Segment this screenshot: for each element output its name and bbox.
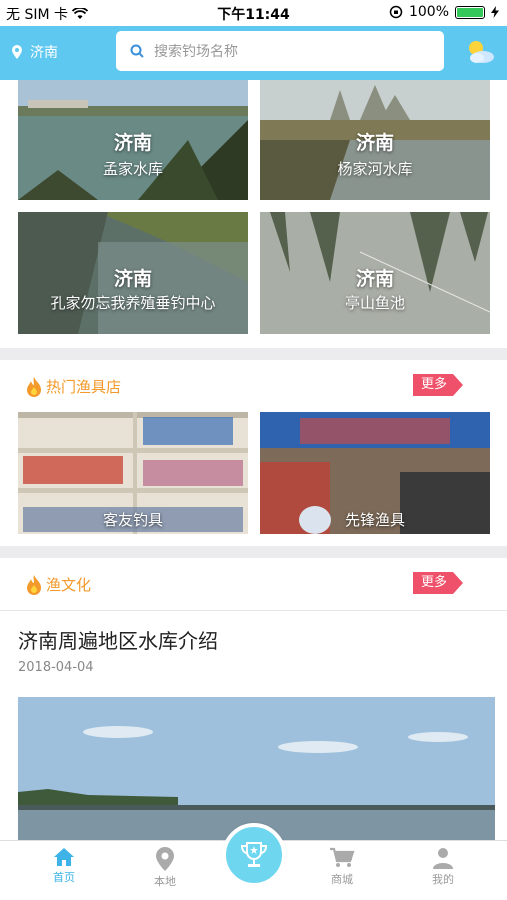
- article-card[interactable]: 济南周遍地区水库介绍 2018-04-04: [0, 610, 507, 840]
- spot-card[interactable]: 济南 杨家河水库: [260, 80, 490, 200]
- shop-card[interactable]: 先锋渔具: [260, 412, 490, 534]
- shop-name: 先锋渔具: [344, 511, 405, 529]
- battery-icon: [455, 5, 485, 19]
- shops-more-button[interactable]: 更多: [413, 374, 463, 396]
- home-icon: [54, 848, 74, 866]
- section-divider: [0, 546, 507, 558]
- article-date: 2018-04-04: [18, 660, 94, 675]
- location-icon: [156, 847, 174, 871]
- search-icon: [130, 44, 144, 58]
- shops-title-text: 热门渔具店: [46, 378, 122, 396]
- spot-name: 亭山鱼池: [344, 294, 405, 312]
- tab-home[interactable]: 首页: [24, 847, 104, 885]
- fishing-spots-grid: 济南 孟家水库 济南 杨家河水库 济南 孔家勿忘我养殖垂钓中心 济南 亭山鱼池: [0, 80, 507, 348]
- spot-city: 济南: [355, 132, 394, 154]
- shops-section-header: 热门渔具店 更多: [0, 360, 507, 412]
- tab-home-label: 首页: [53, 871, 75, 884]
- tab-center-trophy-button[interactable]: [222, 823, 286, 887]
- article-image: [18, 697, 495, 840]
- main-content[interactable]: 济南 孟家水库 济南 杨家河水库 济南 孔家勿忘我养殖垂钓中心 济南 亭山鱼池 …: [0, 80, 507, 840]
- tab-mine-label: 我的: [432, 873, 454, 886]
- orientation-lock-icon: [389, 5, 403, 19]
- trophy-icon: [240, 842, 268, 867]
- culture-more-button[interactable]: 更多: [413, 572, 463, 594]
- shops-section-title: 热门渔具店: [26, 376, 121, 397]
- location-pin-icon: [12, 45, 22, 59]
- article-title: 济南周遍地区水库介绍: [18, 629, 218, 653]
- fire-icon: [27, 376, 41, 397]
- bottom-tab-bar: 首页 本地 商城 我的: [0, 823, 507, 900]
- fire-icon: [27, 574, 41, 595]
- section-divider: [0, 348, 507, 360]
- location-selector[interactable]: 济南: [12, 42, 58, 62]
- status-right: 100%: [389, 4, 499, 20]
- tab-local-label: 本地: [154, 875, 176, 888]
- top-header: 济南: [0, 26, 507, 80]
- cart-icon: [330, 847, 355, 867]
- weather-cloud-sun-icon: [469, 41, 494, 63]
- tab-shop[interactable]: 商城: [302, 847, 382, 887]
- spot-city: 济南: [113, 132, 152, 154]
- location-label: 济南: [30, 45, 58, 61]
- tab-mine[interactable]: 我的: [403, 847, 483, 887]
- spot-card[interactable]: 济南 孟家水库: [18, 80, 248, 200]
- shop-name: 客友钓具: [102, 511, 163, 529]
- culture-title-text: 渔文化: [46, 576, 92, 594]
- tab-shop-label: 商城: [331, 873, 353, 886]
- battery-percent: 100%: [408, 4, 449, 20]
- spot-card[interactable]: 济南 孔家勿忘我养殖垂钓中心: [18, 212, 248, 334]
- charging-icon: [491, 6, 499, 18]
- culture-section-title: 渔文化: [26, 574, 91, 595]
- shop-card[interactable]: 客友钓具: [18, 412, 248, 534]
- spot-card[interactable]: 济南 亭山鱼池: [260, 212, 490, 334]
- weather-button[interactable]: [465, 38, 495, 70]
- spot-name: 杨家河水库: [337, 160, 413, 178]
- shops-list: 客友钓具 先锋渔具: [0, 412, 507, 546]
- search-input[interactable]: [154, 43, 414, 59]
- spot-name: 孔家勿忘我养殖垂钓中心: [50, 294, 216, 312]
- tab-local[interactable]: 本地: [125, 847, 205, 889]
- user-icon: [433, 848, 453, 869]
- spot-city: 济南: [355, 268, 394, 290]
- culture-section-header: 渔文化 更多: [0, 558, 507, 610]
- search-bar[interactable]: [116, 31, 444, 71]
- spot-name: 孟家水库: [102, 160, 163, 178]
- spot-city: 济南: [113, 268, 152, 290]
- status-bar: 无 SIM 卡 下午11:44 100%: [0, 0, 507, 26]
